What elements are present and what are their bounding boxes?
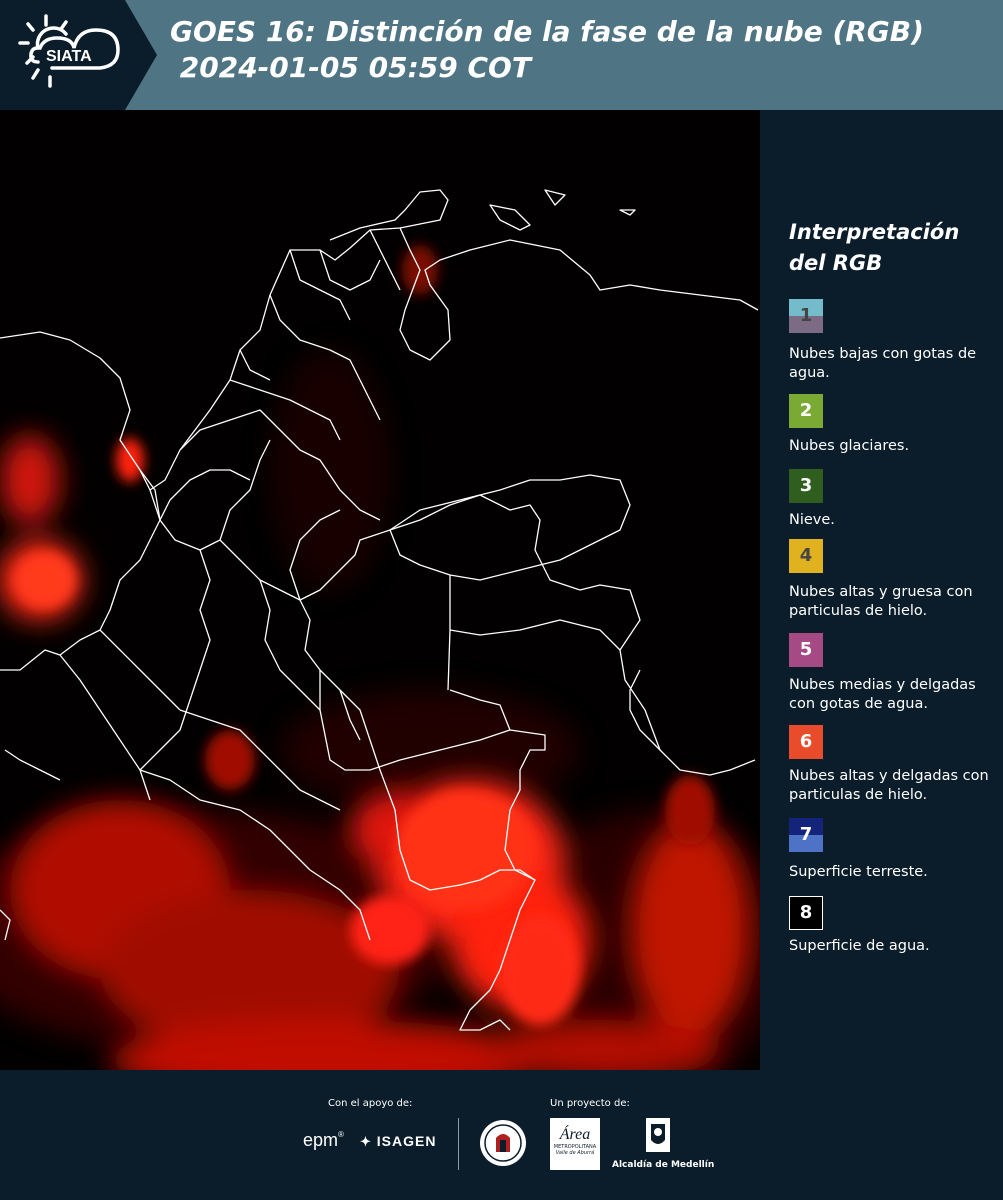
footer-divider: [458, 1118, 459, 1170]
legend-label-8: Superficie de agua.: [789, 938, 930, 954]
siata-logo: SIATA: [0, 0, 157, 110]
project-label: Un proyecto de:: [550, 1098, 630, 1109]
legend-swatch-6: 6: [789, 725, 823, 759]
legend-label-2: Nubes glaciares.: [789, 438, 910, 454]
area-metropolitana-logo: Área METROPOLITANA Valle de Aburrá: [550, 1118, 600, 1170]
legend-number-3: 3: [799, 475, 813, 496]
legend-number-5: 5: [799, 639, 813, 660]
satellite-map: [0, 110, 760, 1070]
support-label: Con el apoyo de:: [328, 1098, 413, 1109]
title-line-2: 2024-01-05 05:59 COT: [170, 51, 531, 84]
isagen-logo-text: ISAGEN: [376, 1133, 437, 1149]
legend-label-5: Nubes medias y delgadas con gotas de agu…: [789, 677, 976, 712]
area-logo-subtext-2: Valle de Aburrá: [555, 1150, 595, 1156]
legend-label-1: Nubes bajas con gotas de agua.: [789, 346, 977, 381]
legend-label-6: Nubes altas y delgadas con particulas de…: [789, 768, 989, 803]
legend-swatch-4: 4: [789, 539, 823, 573]
header-bar: SIATA GOES 16: Distinción de la fase de …: [0, 0, 1003, 110]
alcaldia-label: Alcaldía de Medellín: [612, 1160, 715, 1170]
satellite-image: [0, 110, 760, 1070]
legend-label-4: Nubes altas y gruesa con particulas de h…: [789, 584, 973, 619]
page-title: GOES 16: Distinción de la fase de la nub…: [170, 14, 924, 86]
siata-logo-graphic: SIATA: [0, 0, 157, 110]
legend-panel: Interpretación del RGB 1 Nubes bajas con…: [760, 110, 1003, 1070]
legend-number-1: 1: [799, 305, 813, 326]
isagen-logo: ✦ ISAGEN: [360, 1133, 436, 1150]
legend-number-8: 8: [799, 902, 813, 923]
seal-icon: [480, 1120, 526, 1166]
seal-logo: [478, 1118, 528, 1172]
alcaldia-shield-icon: [646, 1118, 670, 1152]
legend-swatch-5: 5: [789, 633, 823, 667]
epm-logo: epm®: [303, 1130, 344, 1150]
legend-title: Interpretación del RGB: [789, 220, 960, 275]
epm-logo-text: epm: [303, 1130, 339, 1150]
legend-label-7: Superficie terreste.: [789, 864, 928, 880]
alcaldia-logo: [640, 1116, 676, 1160]
legend-swatch-3: 3: [789, 469, 823, 503]
legend-number-2: 2: [799, 400, 813, 421]
siata-logo-text: SIATA: [46, 48, 92, 65]
legend-swatch-1: 1: [789, 299, 823, 333]
legend-swatch-2: 2: [789, 394, 823, 428]
footer: Con el apoyo de: Un proyecto de: epm® ✦ …: [0, 1070, 1003, 1200]
legend-number-4: 4: [799, 545, 813, 566]
legend-swatch-8: 8: [789, 896, 823, 930]
isagen-mark-icon: ✦: [360, 1134, 372, 1149]
legend-swatch-7: 7: [789, 818, 823, 852]
title-line-1: GOES 16: Distinción de la fase de la nub…: [170, 15, 924, 48]
legend-number-7: 7: [799, 824, 813, 845]
area-logo-text: Área: [559, 1126, 591, 1143]
legend-number-6: 6: [799, 731, 813, 752]
legend-label-3: Nieve.: [789, 512, 835, 528]
